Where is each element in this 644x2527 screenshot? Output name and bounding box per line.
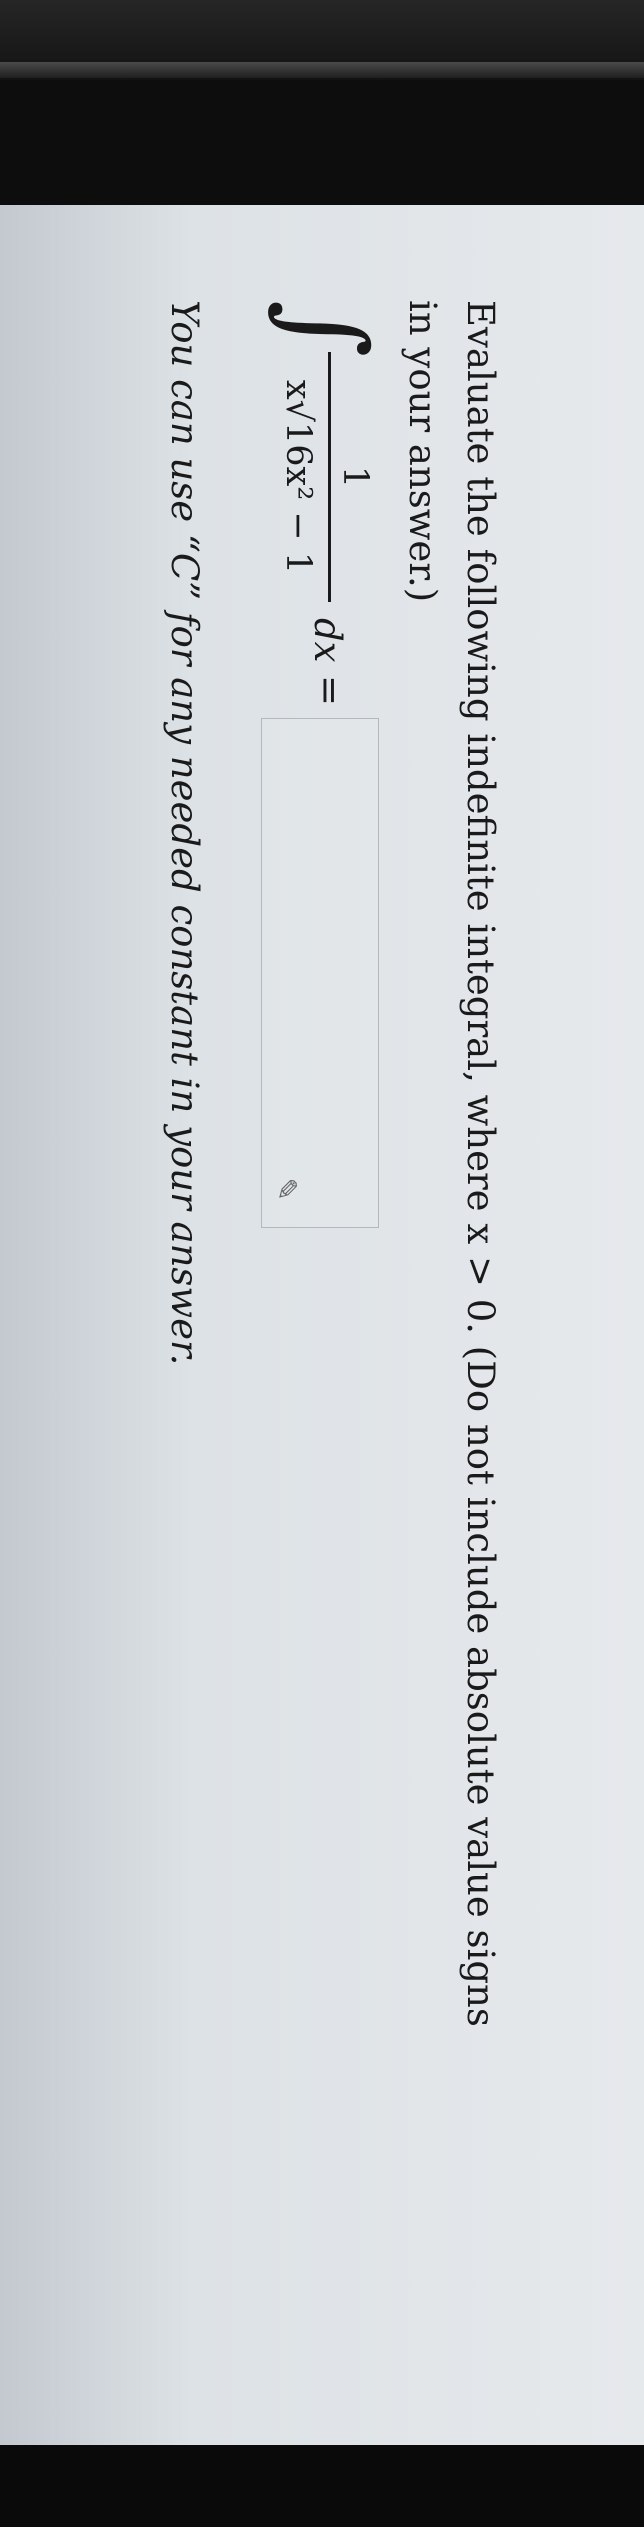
numerator: 1 (335, 465, 375, 489)
integrand-fraction: 1 x√16x² − 1 (272, 352, 379, 602)
device-frame-bottom (0, 2445, 644, 2527)
denominator: x√16x² − 1 (278, 379, 318, 575)
constant-hint: You can use “C” for any needed constant … (163, 300, 206, 1366)
screen: Evaluate the following indefinite integr… (0, 205, 644, 2445)
question-prompt: Evaluate the following indefinite integr… (401, 300, 502, 2027)
equals-sign: = (308, 675, 351, 707)
answer-input[interactable]: ✎ (261, 718, 379, 1228)
integral-expression: ∫ 1 x√16x² − 1 dx = ✎ (249, 300, 399, 1600)
device-frame-rim (0, 62, 644, 78)
differential: dx (306, 618, 349, 663)
integral-symbol: ∫ (262, 300, 390, 358)
pencil-icon[interactable]: ✎ (270, 1178, 303, 1201)
question-page: Evaluate the following indefinite integr… (0, 205, 644, 2445)
